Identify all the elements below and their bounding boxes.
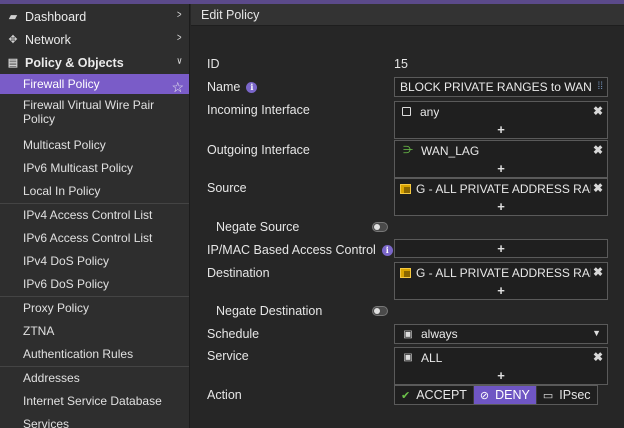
sidebar-item-ztna[interactable]: ZTNA xyxy=(0,320,189,343)
ipmac-label: IP/MAC Based Access Control i xyxy=(207,243,393,257)
remove-icon[interactable]: ✖ xyxy=(590,350,603,364)
policy-icon: ▤ xyxy=(7,57,19,69)
address-group-icon xyxy=(400,183,411,194)
network-icon: ✥ xyxy=(8,34,18,46)
service-entry[interactable]: ▣ ALL ✖ xyxy=(395,348,607,367)
negate-source-toggle[interactable] xyxy=(372,222,388,232)
schedule-select[interactable]: ▣ always ▼ xyxy=(394,324,608,344)
info-icon[interactable]: i xyxy=(246,82,258,93)
add-destination-button[interactable]: + xyxy=(395,282,607,299)
incoming-interface-entry[interactable]: any ✖ xyxy=(395,102,607,121)
aggregate-interface-icon: ⋺ xyxy=(403,145,413,156)
id-label: ID xyxy=(207,57,220,71)
sidebar-item-internet-service-db[interactable]: Internet Service Database xyxy=(0,390,189,413)
action-deny-button[interactable]: ⊘ DENY xyxy=(473,386,537,404)
remove-icon[interactable]: ✖ xyxy=(590,104,603,118)
outgoing-interface-label: Outgoing Interface xyxy=(207,143,310,157)
remove-icon[interactable]: ✖ xyxy=(590,265,603,279)
add-ipmac-button[interactable]: + xyxy=(395,240,607,257)
sidebar-item-local-in[interactable]: Local In Policy xyxy=(0,180,189,203)
text-cursor-icon: ⁞⁞ xyxy=(597,81,603,92)
dashboard-icon: ▰ xyxy=(8,11,18,23)
sidebar-item-ipv4-acl[interactable]: IPv4 Access Control List xyxy=(0,204,189,227)
chevron-down-icon: ▼ xyxy=(592,328,601,338)
deny-icon: ⊘ xyxy=(479,389,490,402)
chevron-right-icon: > xyxy=(176,32,182,44)
nav-network[interactable]: ✥ Network > xyxy=(0,28,189,51)
chevron-right-icon: > xyxy=(176,9,182,21)
action-label: Action xyxy=(207,388,242,402)
sidebar-item-services[interactable]: Services xyxy=(0,413,189,428)
outgoing-interface-entry[interactable]: ⋺ WAN_LAG ✖ xyxy=(395,141,607,160)
page-title: Edit Policy xyxy=(191,4,624,26)
sidebar-item-ipv6-dos[interactable]: IPv6 DoS Policy xyxy=(0,273,189,296)
interface-icon xyxy=(402,107,411,116)
add-incoming-button[interactable]: + xyxy=(395,121,607,138)
negate-source-label: Negate Source xyxy=(216,220,300,234)
sidebar-item-ipv4-dos[interactable]: IPv4 DoS Policy xyxy=(0,250,189,273)
source-field[interactable]: G - ALL PRIVATE ADDRESS RANGES ✖ + xyxy=(394,178,608,216)
ipmac-field[interactable]: + xyxy=(394,239,608,258)
outgoing-interface-field[interactable]: ⋺ WAN_LAG ✖ + xyxy=(394,140,608,178)
sidebar-item-ipv6-acl[interactable]: IPv6 Access Control List xyxy=(0,227,189,250)
add-service-button[interactable]: + xyxy=(395,367,607,384)
add-source-button[interactable]: + xyxy=(395,198,607,215)
remove-icon[interactable]: ✖ xyxy=(590,181,603,195)
sidebar-item-addresses[interactable]: Addresses xyxy=(0,367,189,390)
source-label: Source xyxy=(207,181,247,195)
nav-policy-objects[interactable]: ▤ Policy & Objects > xyxy=(0,51,189,74)
calendar-icon: ▣ xyxy=(403,328,413,340)
service-label: Service xyxy=(207,349,249,363)
chevron-down-icon: > xyxy=(174,57,183,65)
checkmark-icon: ✔ xyxy=(401,389,411,402)
star-icon[interactable]: ☆ xyxy=(171,77,184,97)
sidebar-item-multicast[interactable]: Multicast Policy xyxy=(0,134,189,157)
source-entry[interactable]: G - ALL PRIVATE ADDRESS RANGES ✖ xyxy=(395,179,607,198)
address-group-icon xyxy=(400,267,411,278)
incoming-interface-label: Incoming Interface xyxy=(207,103,310,117)
destination-label: Destination xyxy=(207,266,270,280)
service-icon: ▣ xyxy=(403,352,413,363)
destination-entry[interactable]: G - ALL PRIVATE ADDRESS RANGES ✖ xyxy=(395,263,607,282)
remove-icon[interactable]: ✖ xyxy=(590,143,603,157)
negate-destination-label: Negate Destination xyxy=(216,304,323,318)
action-ipsec-button[interactable]: ▭ IPsec xyxy=(537,386,597,404)
action-selector: ✔ ACCEPT ⊘ DENY ▭ IPsec xyxy=(394,385,598,405)
schedule-label: Schedule xyxy=(207,327,260,341)
service-field[interactable]: ▣ ALL ✖ + xyxy=(394,347,608,385)
info-icon[interactable]: i xyxy=(381,245,393,256)
sidebar-item-firewall-policy[interactable]: Firewall Policy ☆ xyxy=(0,74,189,97)
id-value: 15 xyxy=(394,57,408,71)
incoming-interface-field[interactable]: any ✖ + xyxy=(394,101,608,139)
monitor-icon: ▭ xyxy=(542,389,554,402)
negate-destination-toggle[interactable] xyxy=(372,306,388,316)
sidebar: ▰ Dashboard > ✥ Network > ▤ Policy & Obj… xyxy=(0,4,190,428)
name-input[interactable]: BLOCK PRIVATE RANGES to WAN ⁞⁞ xyxy=(394,77,608,97)
sidebar-item-proxy-policy[interactable]: Proxy Policy xyxy=(0,297,189,320)
sidebar-item-virtual-wire-pair[interactable]: Firewall Virtual Wire Pair Policy xyxy=(0,94,189,134)
add-outgoing-button[interactable]: + xyxy=(395,160,607,177)
action-accept-button[interactable]: ✔ ACCEPT xyxy=(395,386,474,404)
sidebar-item-authentication-rules[interactable]: Authentication Rules xyxy=(0,343,189,366)
destination-field[interactable]: G - ALL PRIVATE ADDRESS RANGES ✖ + xyxy=(394,262,608,300)
edit-policy-panel: Edit Policy ID 15 Name i BLOCK PRIVATE RA… xyxy=(191,4,624,428)
name-label: Name i xyxy=(207,80,258,94)
nav-dashboard[interactable]: ▰ Dashboard > xyxy=(0,5,189,28)
sidebar-item-ipv6-multicast[interactable]: IPv6 Multicast Policy xyxy=(0,157,189,180)
